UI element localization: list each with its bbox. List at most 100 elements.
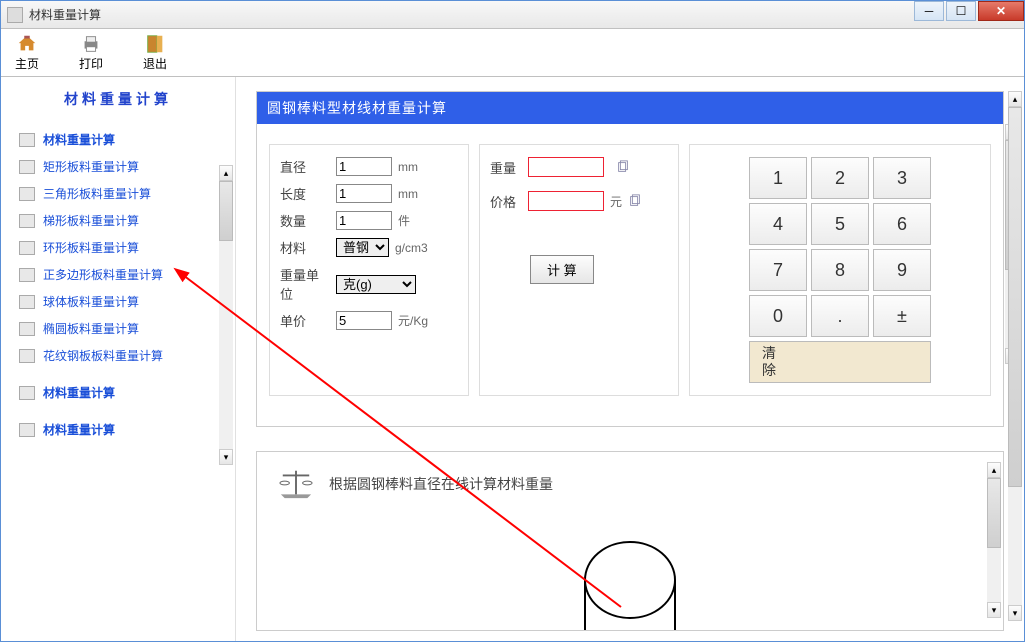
- sidebar: 材料重量计算 材料重量计算矩形板料重量计算三角形板料重量计算梯形板料重量计算环形…: [1, 77, 236, 641]
- sidebar-item-3[interactable]: 梯形板料重量计算: [19, 212, 235, 229]
- input-column: 直径 mm 长度 mm 数量 件: [269, 144, 469, 396]
- app-icon: [7, 7, 23, 23]
- doc-icon: [19, 295, 35, 309]
- sidebar-item-10[interactable]: 材料重量计算: [19, 384, 235, 401]
- output-column: 重量 价格 元 计 算: [479, 144, 679, 396]
- sidebar-item-2[interactable]: 三角形板料重量计算: [19, 185, 235, 202]
- unitprice-label: 单价: [280, 311, 330, 330]
- length-label: 长度: [280, 184, 330, 203]
- sidebar-item-5[interactable]: 正多边形板料重量计算: [19, 266, 235, 283]
- titlebar: 材料重量计算 ─ ☐ ✕: [1, 1, 1024, 29]
- description-text: 根据圆钢棒料直径在线计算材料重量: [329, 474, 553, 494]
- doc-icon: [19, 322, 35, 336]
- material-label: 材料: [280, 238, 330, 257]
- doc-icon: [19, 133, 35, 147]
- desc-scroll-thumb[interactable]: [987, 478, 1001, 548]
- print-label: 打印: [79, 55, 103, 72]
- diameter-unit: mm: [398, 160, 418, 174]
- sidebar-item-4[interactable]: 环形板料重量计算: [19, 239, 235, 256]
- keypad-4[interactable]: 4: [749, 203, 807, 245]
- copy-price-icon[interactable]: [628, 194, 642, 208]
- sidebar-item-label: 环形板料重量计算: [43, 239, 139, 256]
- desc-scroll-down[interactable]: ▾: [987, 602, 1001, 618]
- exit-button[interactable]: 退出: [143, 33, 167, 72]
- toolbar: 主页 打印 退出: [1, 29, 1024, 77]
- length-unit: mm: [398, 187, 418, 201]
- keypad-1[interactable]: 1: [749, 157, 807, 199]
- cylinder-diagram: ød: [565, 540, 695, 631]
- sidebar-item-12[interactable]: 材料重量计算: [19, 421, 235, 438]
- keypad-9[interactable]: 9: [873, 249, 931, 291]
- keypad-±[interactable]: ±: [873, 295, 931, 337]
- diameter-label: 直径: [280, 157, 330, 176]
- doc-icon: [19, 160, 35, 174]
- close-button[interactable]: ✕: [978, 1, 1024, 21]
- sidebar-title: 材料重量计算: [19, 89, 217, 109]
- keypad-.[interactable]: .: [811, 295, 869, 337]
- unitprice-unit: 元/Kg: [398, 312, 428, 329]
- weight-output: [528, 157, 604, 177]
- sidebar-item-label: 球体板料重量计算: [43, 293, 139, 310]
- length-input[interactable]: [336, 184, 392, 203]
- keypad-3[interactable]: 3: [873, 157, 931, 199]
- exit-label: 退出: [143, 55, 167, 72]
- sidebar-item-label: 梯形板料重量计算: [43, 212, 139, 229]
- sidebar-scroll-thumb[interactable]: [219, 181, 233, 241]
- home-button[interactable]: 主页: [15, 33, 39, 72]
- balance-icon: [277, 466, 315, 500]
- material-select[interactable]: 普钢: [336, 238, 389, 257]
- sidebar-item-label: 矩形板料重量计算: [43, 158, 139, 175]
- price-out-label: 价格: [490, 192, 522, 211]
- keypad-6[interactable]: 6: [873, 203, 931, 245]
- price-out-unit: 元: [610, 193, 622, 210]
- doc-icon: [19, 349, 35, 363]
- sidebar-scroll-up[interactable]: ▴: [219, 165, 233, 181]
- doc-icon: [19, 268, 35, 282]
- sidebar-item-8[interactable]: 花纹钢板板料重量计算: [19, 347, 235, 364]
- diameter-input[interactable]: [336, 157, 392, 176]
- doc-icon: [19, 187, 35, 201]
- calculate-button[interactable]: 计 算: [530, 255, 594, 284]
- doc-icon: [19, 423, 35, 437]
- home-icon: [15, 33, 39, 55]
- weightunit-select[interactable]: 克(g): [336, 275, 416, 294]
- panel-header: 圆钢棒料型材线材重量计算: [257, 92, 1003, 124]
- qty-label: 数量: [280, 211, 330, 230]
- sidebar-item-0[interactable]: 材料重量计算: [19, 131, 235, 148]
- exit-icon: [143, 33, 167, 55]
- keypad-8[interactable]: 8: [811, 249, 869, 291]
- qty-unit: 件: [398, 212, 410, 229]
- print-button[interactable]: 打印: [79, 33, 103, 72]
- main-scroll-down[interactable]: ▾: [1008, 605, 1022, 621]
- window-title: 材料重量计算: [29, 6, 101, 23]
- keypad-2[interactable]: 2: [811, 157, 869, 199]
- minimize-button[interactable]: ─: [914, 1, 944, 21]
- print-icon: [79, 33, 103, 55]
- keypad-0[interactable]: 0: [749, 295, 807, 337]
- sidebar-item-1[interactable]: 矩形板料重量计算: [19, 158, 235, 175]
- desc-scroll-up[interactable]: ▴: [987, 462, 1001, 478]
- material-unit: g/cm3: [395, 241, 428, 255]
- home-label: 主页: [15, 55, 39, 72]
- sidebar-item-label: 三角形板料重量计算: [43, 185, 151, 202]
- sidebar-item-label: 材料重量计算: [43, 421, 115, 438]
- sidebar-scroll-down[interactable]: ▾: [219, 449, 233, 465]
- maximize-button[interactable]: ☐: [946, 1, 976, 21]
- keypad-5[interactable]: 5: [811, 203, 869, 245]
- price-output: [528, 191, 604, 211]
- unitprice-input[interactable]: [336, 311, 392, 330]
- sidebar-item-label: 材料重量计算: [43, 131, 115, 148]
- sidebar-item-label: 花纹钢板板料重量计算: [43, 347, 163, 364]
- doc-icon: [19, 214, 35, 228]
- sidebar-item-6[interactable]: 球体板料重量计算: [19, 293, 235, 310]
- keypad-7[interactable]: 7: [749, 249, 807, 291]
- main-scroll-up[interactable]: ▴: [1008, 91, 1022, 107]
- description-panel: 根据圆钢棒料直径在线计算材料重量 ød ▴ ▾: [256, 451, 1004, 631]
- main-scroll-thumb[interactable]: [1008, 107, 1022, 487]
- sidebar-item-7[interactable]: 椭圆板料重量计算: [19, 320, 235, 337]
- copy-weight-icon[interactable]: [616, 160, 630, 174]
- weight-out-label: 重量: [490, 158, 522, 177]
- weightunit-label: 重量单位: [280, 265, 330, 303]
- qty-input[interactable]: [336, 211, 392, 230]
- keypad-clear[interactable]: 清 除: [749, 341, 931, 383]
